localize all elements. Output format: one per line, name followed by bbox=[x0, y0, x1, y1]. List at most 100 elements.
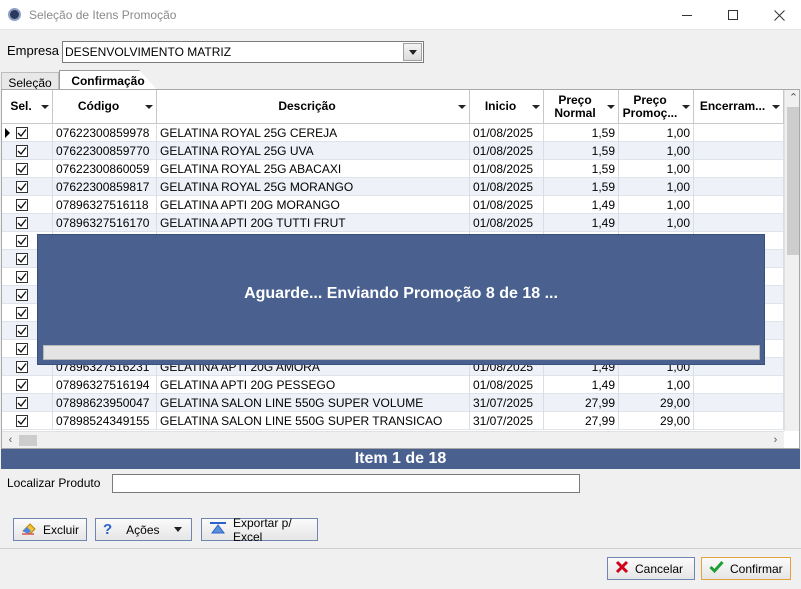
minimize-icon bbox=[682, 14, 692, 16]
cell-codigo: 07622300860059 bbox=[53, 160, 157, 178]
select-checkbox[interactable] bbox=[16, 253, 28, 265]
exportar-excel-button[interactable]: Exportar p/ Excel bbox=[201, 516, 318, 544]
acoes-button[interactable]: ? Ações bbox=[95, 518, 192, 541]
cell-preco-promocao: 1,00 bbox=[619, 376, 694, 394]
column-header-preco-normal[interactable]: Preço Normal bbox=[544, 90, 619, 124]
cell-preco-promocao: 1,00 bbox=[619, 214, 694, 232]
cell-encerramento bbox=[694, 412, 784, 430]
table-row[interactable]: 07898524349155 GELATINA SALON LINE 550G S… bbox=[2, 412, 784, 430]
scroll-left-icon[interactable]: ‹ bbox=[2, 432, 19, 448]
cell-sel bbox=[2, 124, 53, 142]
select-checkbox[interactable] bbox=[16, 343, 28, 355]
select-checkbox[interactable] bbox=[16, 271, 28, 283]
scroll-right-icon[interactable]: › bbox=[767, 432, 784, 448]
vertical-scrollbar[interactable]: ⌃ bbox=[784, 90, 799, 431]
checkmark-icon bbox=[17, 201, 27, 210]
maximize-button[interactable] bbox=[710, 0, 756, 30]
cell-descricao: GELATINA SALON LINE 550G SUPER TRANSICAO bbox=[157, 412, 470, 430]
select-checkbox[interactable] bbox=[16, 235, 28, 247]
cancelar-label: Cancelar bbox=[635, 561, 684, 576]
checkmark-icon bbox=[17, 165, 27, 174]
column-header-preco-promocao[interactable]: Preço Promoç... bbox=[619, 90, 694, 124]
checkmark-icon bbox=[17, 273, 27, 282]
chevron-down-icon bbox=[173, 527, 182, 532]
localizar-produto-input[interactable] bbox=[112, 474, 580, 493]
close-button[interactable] bbox=[756, 0, 801, 30]
column-header-encerramento[interactable]: Encerram... bbox=[694, 90, 784, 124]
column-header-descricao[interactable]: Descrição bbox=[157, 90, 470, 124]
cell-sel bbox=[2, 160, 53, 178]
select-checkbox[interactable] bbox=[16, 181, 28, 193]
table-row[interactable]: 07622300859978 GELATINA ROYAL 25G CEREJA 0… bbox=[2, 124, 784, 142]
cell-preco-normal: 27,99 bbox=[544, 412, 619, 430]
excluir-button[interactable]: Excluir bbox=[13, 518, 87, 541]
cell-preco-normal: 1,49 bbox=[544, 214, 619, 232]
progress-message: Aguarde... Enviando Promoção 8 de 18 ... bbox=[244, 285, 558, 302]
select-checkbox[interactable] bbox=[16, 145, 28, 157]
minimize-button[interactable] bbox=[664, 0, 710, 30]
horizontal-scroll-thumb[interactable] bbox=[19, 435, 37, 446]
select-checkbox[interactable] bbox=[16, 361, 28, 373]
confirmar-button[interactable]: Confirmar bbox=[701, 557, 791, 580]
cell-inicio: 31/07/2025 bbox=[470, 394, 544, 412]
checkmark-icon bbox=[17, 129, 27, 138]
table-row[interactable]: 07622300860059 GELATINA ROYAL 25G ABACAXI… bbox=[2, 160, 784, 178]
vertical-scroll-thumb[interactable] bbox=[787, 107, 799, 255]
empresa-label: Empresa bbox=[7, 43, 60, 58]
localizar-label: Localizar Produto bbox=[7, 476, 101, 490]
cell-codigo: 07898623950047 bbox=[53, 394, 157, 412]
table-row[interactable]: 07896327516118 GELATINA APTI 20G MORANGO 0… bbox=[2, 196, 784, 214]
cell-encerramento bbox=[694, 214, 784, 232]
cell-codigo: 07622300859978 bbox=[53, 124, 157, 142]
empresa-dropdown-button[interactable] bbox=[403, 43, 422, 61]
select-checkbox[interactable] bbox=[16, 379, 28, 391]
select-checkbox[interactable] bbox=[16, 217, 28, 229]
sort-arrow-icon bbox=[682, 105, 690, 109]
cell-encerramento bbox=[694, 160, 784, 178]
checkmark-icon bbox=[17, 183, 27, 192]
sort-arrow-icon bbox=[41, 105, 49, 109]
column-header-label: Descrição bbox=[278, 99, 336, 113]
column-header-codigo[interactable]: Código bbox=[53, 90, 157, 124]
select-checkbox[interactable] bbox=[16, 127, 28, 139]
column-header-inicio[interactable]: Inicio bbox=[470, 90, 544, 124]
table-row[interactable]: 07622300859770 GELATINA ROYAL 25G UVA 01/0… bbox=[2, 142, 784, 160]
select-checkbox[interactable] bbox=[16, 415, 28, 427]
select-checkbox[interactable] bbox=[16, 325, 28, 337]
cell-encerramento bbox=[694, 376, 784, 394]
cell-preco-normal: 1,49 bbox=[544, 196, 619, 214]
row-indicator-icon bbox=[5, 128, 10, 138]
cell-preco-normal: 1,59 bbox=[544, 124, 619, 142]
table-row[interactable]: 07896327516194 GELATINA APTI 20G PESSEGO 0… bbox=[2, 376, 784, 394]
footer-divider bbox=[0, 548, 801, 549]
table-row[interactable]: 07896327516170 GELATINA APTI 20G TUTTI FR… bbox=[2, 214, 784, 232]
checkmark-icon bbox=[17, 417, 27, 426]
title-bar: Seleção de Itens Promoção bbox=[0, 0, 801, 30]
select-checkbox[interactable] bbox=[16, 199, 28, 211]
empresa-select[interactable]: DESENVOLVIMENTO MATRIZ bbox=[62, 41, 424, 63]
sort-arrow-icon bbox=[532, 105, 540, 109]
select-checkbox[interactable] bbox=[16, 307, 28, 319]
cell-sel bbox=[2, 214, 53, 232]
horizontal-scrollbar[interactable]: ‹ › bbox=[2, 431, 784, 448]
window-title: Seleção de Itens Promoção bbox=[29, 8, 177, 22]
cell-inicio: 01/08/2025 bbox=[470, 376, 544, 394]
cell-preco-promocao: 1,00 bbox=[619, 124, 694, 142]
scroll-up-icon[interactable]: ⌃ bbox=[785, 90, 799, 107]
cell-codigo: 07896327516170 bbox=[53, 214, 157, 232]
tab-confirmacao[interactable]: Confirmação bbox=[59, 70, 157, 90]
table-row[interactable]: 07898623950047 GELATINA SALON LINE 550G S… bbox=[2, 394, 784, 412]
cell-sel bbox=[2, 376, 53, 394]
cancelar-button[interactable]: Cancelar bbox=[607, 557, 695, 580]
tab-selecao[interactable]: Seleção bbox=[1, 72, 59, 90]
select-checkbox[interactable] bbox=[16, 397, 28, 409]
table-row[interactable]: 07622300859817 GELATINA ROYAL 25G MORANGO… bbox=[2, 178, 784, 196]
cell-sel bbox=[2, 142, 53, 160]
column-header-sel[interactable]: Sel. bbox=[2, 90, 53, 124]
checkmark-icon bbox=[17, 345, 27, 354]
select-checkbox[interactable] bbox=[16, 289, 28, 301]
cell-sel bbox=[2, 394, 53, 412]
select-checkbox[interactable] bbox=[16, 163, 28, 175]
sort-arrow-icon bbox=[772, 105, 780, 109]
checkmark-icon bbox=[17, 363, 27, 372]
